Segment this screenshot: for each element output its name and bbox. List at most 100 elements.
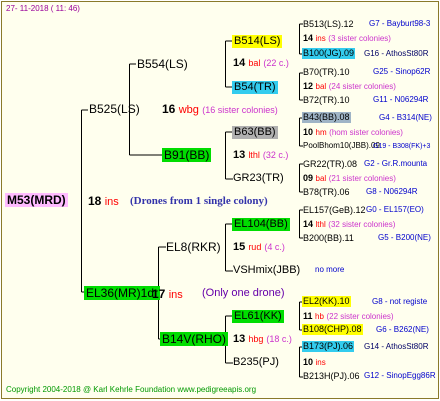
g4-queen-9[interactable]: EL157(GeB).12 [303,206,366,215]
g4-info-3: G25 - Sinop62R [373,67,431,76]
g3-count-3-note: (4 c.) [264,242,285,252]
g3-queen-5[interactable]: EL104(BB) [232,218,290,231]
g4-info-4: G11 - N06294R [373,95,429,104]
g3-count-2: 13 lthl (32 c.) [233,150,288,161]
g4-info-2: G16 - AthosSt80R [364,49,429,58]
sire-queen[interactable]: B525(LS) [89,103,140,115]
g3-count-2-number: 13 [233,149,246,161]
g3-count-1: 14 bal (22 c.) [233,58,289,69]
root-count-number: 18 [88,194,102,208]
g4-count-5: 14 lthl (32 sister colonies) [303,220,395,229]
g3-count-1-note: (22 c.) [263,58,289,68]
g4-count-4-note: (21 sister colonies) [328,174,396,183]
dam-drone-note: (Only one drone) [202,287,285,299]
g4-count-3-note: (hom sister colonies) [329,128,403,137]
g4-info-10: G5 - B200(NE) [378,233,431,242]
g4-queen-7[interactable]: GR22(TR).08 [303,160,357,169]
g4-count-5-number: 14 [303,219,314,229]
g4-queen-4[interactable]: B72(TR).10 [303,96,350,105]
g2-drone-count-note: (16 sister colonies) [202,105,278,115]
g4-queen-13[interactable]: B173(PJ).06 [302,341,355,352]
g4-count-1-label: ins [315,34,326,43]
g3-queen-3[interactable]: B63(BB) [232,126,278,139]
g2-queen-1[interactable]: B554(LS) [137,58,188,70]
g4-count-6-label: hb [315,312,324,321]
g4-queen-10[interactable]: B200(BB).11 [303,234,354,243]
g2-drone-count-label: wbg [178,104,199,116]
g4-queen-5[interactable]: B43(BB).08 [302,112,351,123]
g4-queen-6[interactable]: PoolBhom10(JBB).09 [303,142,380,150]
g4-info-14: G12 - SinopEgg86R [364,371,436,380]
g3-count-4-label: hbg [248,334,264,344]
g4-info-1: G7 - Bayburt98-3 [369,19,431,28]
g3-count-3-label: rud [248,242,262,252]
dam-count-number: 17 [152,287,166,301]
g4-info-6: G19 - B308(FK)+3 [373,143,431,150]
g3-count-2-label: lthl [248,150,260,160]
g4-queen-12[interactable]: B108(CHP).08 [302,324,363,335]
root-drone-note: (Drones from 1 single colony) [130,195,268,207]
root-queen[interactable]: M53(MRD) [5,193,68,207]
g4-info-13: G14 - AthosSt80R [364,342,429,351]
g2-queen-2[interactable]: B91(BB) [162,148,212,162]
g4-count-3-number: 10 [303,127,314,137]
no-more-label: no more [315,265,345,274]
g4-info-12: G6 - B262(NE) [376,325,429,334]
g3-count-1-number: 14 [233,57,246,69]
g4-info-9: G0 - EL157(EO) [366,205,424,214]
g4-count-1-number: 14 [303,33,314,43]
g4-count-6: 11 hb (22 sister colonies) [303,312,394,321]
g4-count-4-label: bal [315,174,327,183]
g4-count-7-number: 10 [303,357,314,367]
g4-count-2: 12 bal (24 sister colonies) [303,82,396,91]
g4-count-3: 10 hm (hom sister colonies) [303,128,403,137]
pedigree-frame: 27- 11-2018 ( 11: 46) Copyright 2004-201… [1,1,439,399]
g4-count-2-note: (24 sister colonies) [328,82,396,91]
dam-queen[interactable]: EL36(MR)1dr [84,286,161,300]
g4-queen-3[interactable]: B70(TR).10 [303,68,350,77]
g4-queen-2[interactable]: B100(JG).09 [302,48,356,59]
g2-drone-count: 16 wbg (16 sister colonies) [162,103,278,116]
g3-queen-8[interactable]: B235(PJ) [233,357,279,368]
g4-count-4: 09 bal (21 sister colonies) [303,174,396,183]
g3-queen-1[interactable]: B514(LS) [232,35,283,48]
g4-queen-1[interactable]: B513(LS).12 [303,20,354,29]
g3-queen-6[interactable]: VSHmix(JBB) [233,265,300,276]
report-date: 27- 11-2018 ( 11: 46) [6,4,80,13]
g3-queen-4[interactable]: GR23(TR) [233,173,284,184]
g3-queen-7[interactable]: EL61(KK) [232,310,284,323]
g4-count-7-label: ins [315,358,326,367]
g4-count-6-note: (22 sister colonies) [326,312,394,321]
g4-count-7: 10 ins [303,358,326,367]
root-count-label: ins [104,196,119,208]
g3-count-1-label: bal [248,58,261,68]
g2-drone-count-number: 16 [162,102,176,116]
g4-count-3-label: hm [315,128,327,137]
g4-count-4-number: 09 [303,173,314,183]
g4-count-2-number: 12 [303,81,314,91]
g4-queen-11[interactable]: EL2(KK).10 [302,296,351,307]
g4-count-6-number: 11 [303,311,313,321]
g3-count-3-number: 15 [233,241,246,253]
root-count: 18 ins [88,195,119,208]
g3-count-4-number: 13 [233,333,246,345]
g4-info-8: G8 - N06294R [366,187,418,196]
g4-info-7: G2 - Gr.R.mounta [364,159,428,168]
g4-queen-14[interactable]: B213H(PJ).06 [303,372,360,381]
g4-info-11: G8 - not registe [372,297,428,306]
g4-info-5: G4 - B314(NE) [379,113,432,122]
g3-queen-2[interactable]: B54(TR) [232,81,278,94]
copyright-footer: Copyright 2004-2018 @ Karl Kehrle Founda… [6,385,257,394]
g3-count-4: 13 hbg (18 c.) [233,334,292,345]
g3-count-4-note: (18 c.) [266,334,292,344]
g2-queen-4[interactable]: B14V(RHO) [160,332,229,346]
g3-count-3: 15 rud (4 c.) [233,242,285,253]
g4-count-5-label: lthl [315,220,326,229]
g3-count-2-note: (32 c.) [262,150,289,160]
g4-count-1: 14 ins (3 sister colonies) [303,34,391,43]
g2-queen-3[interactable]: EL8(RKR) [166,241,221,253]
g4-count-1-note: (3 sister colonies) [328,34,391,43]
g4-queen-8[interactable]: B78(TR).06 [303,188,350,197]
dam-count-label: ins [168,289,183,301]
g4-count-2-label: bal [315,82,327,91]
